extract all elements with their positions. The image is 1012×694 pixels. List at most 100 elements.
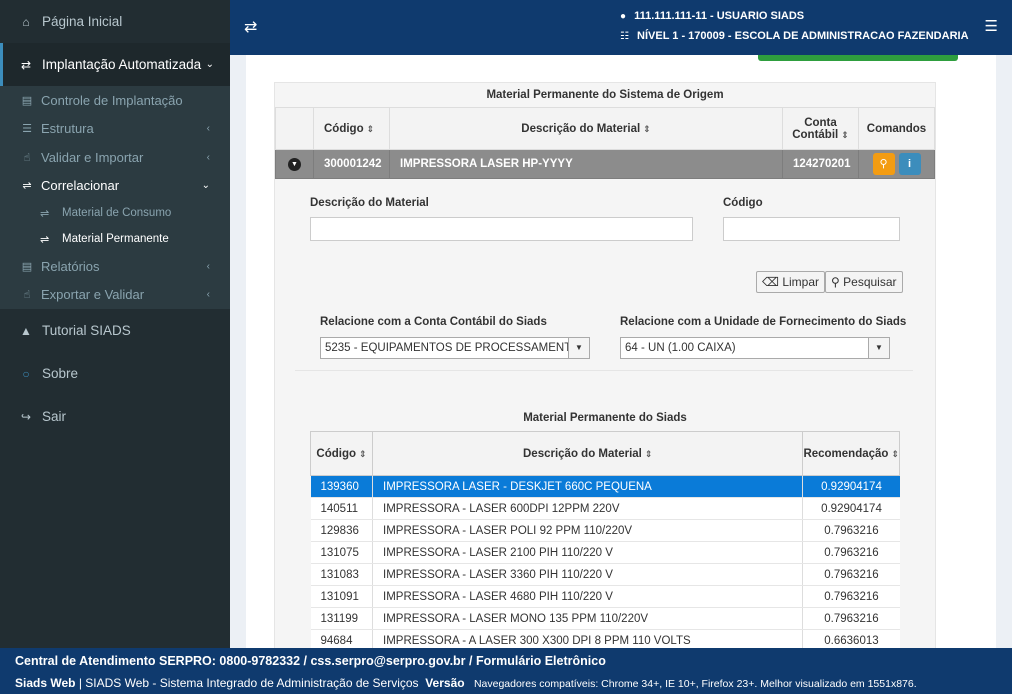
col-codigo[interactable]: Código ⇕	[310, 431, 373, 476]
random-icon: ⇌	[22, 180, 32, 193]
sidebar-item-validar[interactable]: ☝ Validar e Importar ‹	[0, 143, 230, 172]
col-recomendacao-label: Recomendação	[803, 447, 889, 460]
col-descricao[interactable]: Descrição do Material ⇕	[389, 107, 783, 150]
detail-panel: Descrição do Material Código ⌫ Limpar ⚲ …	[275, 181, 935, 648]
desc-input[interactable]	[310, 217, 693, 241]
cell-rec: 0.7963216	[802, 541, 900, 564]
sidebar-item-label: Correlacionar	[41, 178, 120, 194]
search-label: Pesquisar	[843, 275, 897, 289]
sidebar-item-label: Validar e Importar	[41, 149, 144, 165]
table-row[interactable]: 139360 IMPRESSORA LASER - DESKJET 660C PE…	[310, 475, 900, 498]
origin-conta: 124270201	[782, 149, 859, 179]
sidebar-item-label: Relatórios	[41, 258, 100, 274]
col-comandos-label: Comandos	[866, 122, 927, 135]
unidade-select[interactable]: 64 - UN (1.00 CAIXA) ▼	[620, 337, 890, 359]
sidebar-item-tutorial[interactable]: ▲ Tutorial SIADS	[0, 309, 230, 352]
cell-rec: 0.92904174	[802, 475, 900, 498]
code-label: Código	[723, 197, 763, 209]
footer-brand: Siads Web	[15, 676, 76, 690]
search-icon[interactable]: ⚲	[872, 153, 895, 175]
cell-code: 131083	[310, 563, 373, 586]
footer-info: Siads Web | SIADS Web - Sistema Integrad…	[15, 676, 917, 690]
info-icon[interactable]: i	[898, 153, 921, 175]
sidebar-item-exportar[interactable]: ☝ Exportar e Validar ‹	[0, 281, 230, 310]
table-row[interactable]: 129836 IMPRESSORA - LASER POLI 92 PPM 110…	[310, 519, 900, 542]
table-row[interactable]: 140511 IMPRESSORA - LASER 600DPI 12PPM 22…	[310, 497, 900, 520]
col-codigo-label: Código	[324, 122, 364, 135]
sidebar-item-label: Implantação Automatizada	[42, 57, 202, 72]
origin-box: Material Permanente do Sistema de Origem…	[274, 82, 936, 648]
siads-table: Código ⇕ Descrição do Material ⇕ Recomenda…	[310, 431, 900, 648]
eraser-icon: ⌫	[762, 275, 779, 289]
desc-label: Descrição do Material	[310, 197, 429, 209]
cell-code: 131091	[310, 585, 373, 608]
sidebar-item-consumo[interactable]: ⇌ Material de Consumo	[0, 200, 230, 226]
green-action-button[interactable]	[758, 55, 958, 61]
cell-rec: 0.7963216	[802, 607, 900, 630]
sidebar-item-controle[interactable]: ▤ Controle de Implantação	[0, 86, 230, 115]
col-conta-label: Conta Contábil	[792, 116, 839, 141]
random-icon: ⇌	[40, 207, 50, 220]
col-descricao[interactable]: Descrição do Material ⇕	[371, 431, 804, 476]
col-comandos: Comandos	[858, 107, 935, 150]
cell-code: 131075	[310, 541, 373, 564]
conta-select-value: 5235 - EQUIPAMENTOS DE PROCESSAMENTO	[325, 342, 580, 354]
caret-down-icon: ▼	[868, 338, 889, 358]
table-row[interactable]: 131091 IMPRESSORA - LASER 4680 PIH 110/22…	[310, 585, 900, 608]
col-conta[interactable]: Conta Contábil ⇕	[782, 107, 859, 150]
footer: Central de Atendimento SERPRO: 0800-9782…	[0, 648, 1012, 694]
thumbs-up-icon: ☝	[23, 289, 31, 302]
table-row[interactable]: 131083 IMPRESSORA - LASER 3360 PIH 110/22…	[310, 563, 900, 586]
sidebar-item-relatorios[interactable]: ▤ Relatórios ‹	[0, 252, 230, 281]
origin-table: Código ⇕ Descrição do Material ⇕ Conta Con…	[275, 107, 935, 179]
origin-commands: ⚲ i	[858, 149, 935, 179]
search-button[interactable]: ⚲ Pesquisar	[825, 271, 903, 293]
siads-box: Material Permanente do Siads Código ⇕ Des…	[310, 405, 900, 648]
sidebar-item-correlacionar[interactable]: ⇌ Correlacionar ⌄	[0, 172, 230, 201]
cell-rec: 0.6636013	[802, 629, 900, 648]
col-recomendacao[interactable]: Recomendação ⇕	[802, 431, 900, 476]
code-input[interactable]	[723, 217, 900, 241]
expand-col	[275, 107, 314, 150]
thumbs-up-icon: ☝	[23, 151, 31, 164]
sidebar-item-label: Página Inicial	[42, 14, 123, 29]
sidebar-item-home[interactable]: ⌂ Página Inicial	[0, 0, 230, 43]
caret-down-icon: ▼	[568, 338, 589, 358]
sidebar-item-implantacao[interactable]: ⇄ Implantação Automatizada ⌄	[0, 43, 230, 86]
table-row[interactable]: 94684 IMPRESSORA - A LASER 300 X300 DPI 8…	[310, 629, 900, 648]
cell-desc: IMPRESSORA - LASER 4680 PIH 110/220 V	[372, 585, 804, 608]
col-descricao-label: Descrição do Material	[521, 122, 641, 135]
sidebar-item-label: Controle de Implantação	[41, 92, 183, 108]
cell-desc: IMPRESSORA - LASER POLI 92 PPM 110/220V	[372, 519, 804, 542]
user-info: ● 111.111.111-11 - USUARIO SIADS	[620, 10, 804, 22]
table-row[interactable]: 131075 IMPRESSORA - LASER 2100 PIH 110/22…	[310, 541, 900, 564]
expand-cell[interactable]: ▼	[275, 149, 314, 179]
clear-button[interactable]: ⌫ Limpar	[756, 271, 825, 293]
sidebar-item-estrutura[interactable]: ☰ Estrutura ‹	[0, 115, 230, 144]
main-content: Material Permanente do Sistema de Origem…	[230, 55, 1012, 648]
cell-desc: IMPRESSORA LASER - DESKJET 660C PEQUENA	[372, 475, 804, 498]
exchange-icon[interactable]: ⇄	[244, 17, 257, 37]
sign-in-icon: ↪	[20, 409, 32, 424]
col-codigo-label: Código	[316, 447, 357, 460]
sidebar-item-sair[interactable]: ↪ Sair	[0, 395, 230, 438]
col-codigo[interactable]: Código ⇕	[313, 107, 390, 150]
footer-desc: | SIADS Web - Sistema Integrado de Admin…	[78, 676, 419, 690]
menu-icon[interactable]: ☰	[985, 17, 998, 35]
origin-header-row: Código ⇕ Descrição do Material ⇕ Conta Con…	[275, 107, 935, 150]
sidebar: ⌂ Página Inicial ⇄ Implantação Automatiz…	[0, 0, 230, 648]
col-descricao-label: Descrição do Material	[523, 447, 642, 460]
siads-title: Material Permanente do Siads	[523, 412, 687, 424]
table-row[interactable]: 131199 IMPRESSORA - LASER MONO 135 PPM 11…	[310, 607, 900, 630]
sidebar-item-sobre[interactable]: ○ Sobre	[0, 352, 230, 395]
cell-desc: IMPRESSORA - LASER 3360 PIH 110/220 V	[372, 563, 804, 586]
origin-selected-row[interactable]: ▼ 300001242 IMPRESSORA LASER HP-YYYY 124…	[275, 149, 935, 179]
sidebar-item-permanente[interactable]: ⇌ Material Permanente	[0, 226, 230, 252]
conta-label: Relacione com a Conta Contábil do Siads	[320, 316, 547, 328]
cell-desc: IMPRESSORA - A LASER 300 X300 DPI 8 PPM …	[372, 629, 804, 648]
chevron-down-icon[interactable]: ▼	[288, 158, 301, 171]
sidebar-item-label: Estrutura	[41, 121, 94, 137]
cell-rec: 0.7963216	[802, 519, 900, 542]
cell-code: 129836	[310, 519, 373, 542]
conta-select[interactable]: 5235 - EQUIPAMENTOS DE PROCESSAMENTO ▼	[320, 337, 590, 359]
